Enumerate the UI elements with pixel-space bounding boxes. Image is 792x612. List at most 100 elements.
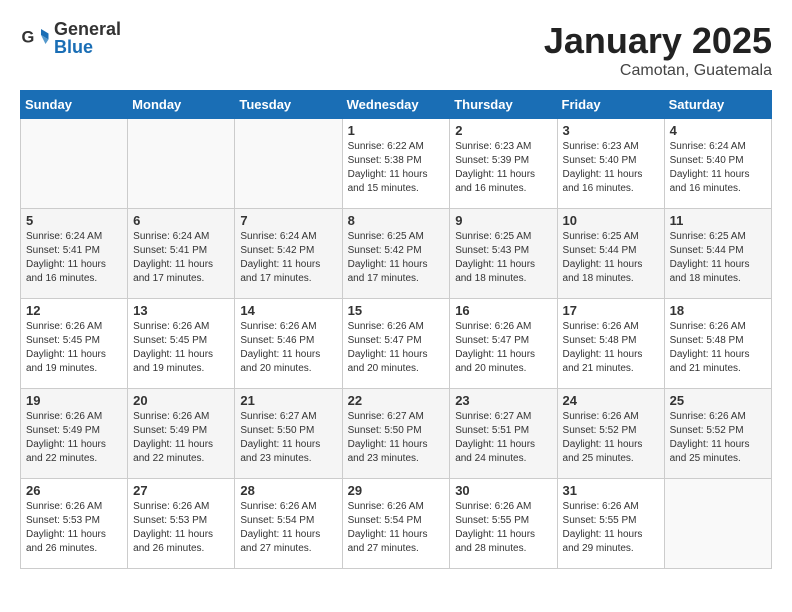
day-number: 29 — [348, 483, 445, 498]
calendar-cell: 13Sunrise: 6:26 AM Sunset: 5:45 PM Dayli… — [128, 299, 235, 389]
day-number: 19 — [26, 393, 122, 408]
calendar-cell: 10 Sunrise: 6:25 AM Sunset: 5:44 PM Dayli… — [557, 209, 664, 299]
calendar-cell: 21 Sunrise: 6:27 AM Sunset: 5:50 PM Dayli… — [235, 389, 342, 479]
day-info: Sunrise: 6:25 AM Sunset: 5:43 PM Dayligh… — [455, 230, 551, 286]
day-info: Sunrise: 6:26 AM Sunset: 5:46 PM Dayligh… — [240, 320, 336, 376]
day-number: 6 — [133, 213, 229, 228]
calendar-cell — [128, 119, 235, 209]
calendar-cell: 2Sunrise: 6:23 AM Sunset: 5:39 PM Daylig… — [450, 119, 557, 209]
logo: G General Blue — [20, 20, 121, 56]
day-number: 30 — [455, 483, 551, 498]
day-number: 24 — [563, 393, 659, 408]
calendar-cell: 22 Sunrise: 6:27 AM Sunset: 5:50 PM Dayli… — [342, 389, 450, 479]
header-cell-monday: Monday — [128, 91, 235, 119]
calendar-cell: 19 Sunrise: 6:26 AM Sunset: 5:49 PM Dayli… — [21, 389, 128, 479]
calendar-cell: 6 Sunrise: 6:24 AM Sunset: 5:41 PM Daylig… — [128, 209, 235, 299]
header-cell-sunday: Sunday — [21, 91, 128, 119]
calendar-cell: 29Sunrise: 6:26 AM Sunset: 5:54 PM Dayli… — [342, 479, 450, 569]
day-info: Sunrise: 6:27 AM Sunset: 5:50 PM Dayligh… — [348, 410, 445, 466]
calendar-cell: 27 Sunrise: 6:26 AM Sunset: 5:53 PM Dayli… — [128, 479, 235, 569]
day-info: Sunrise: 6:23 AM Sunset: 5:39 PM Dayligh… — [455, 140, 551, 196]
day-info: Sunrise: 6:26 AM Sunset: 5:47 PM Dayligh… — [455, 320, 551, 376]
day-info: Sunrise: 6:27 AM Sunset: 5:50 PM Dayligh… — [240, 410, 336, 466]
header-row: SundayMondayTuesdayWednesdayThursdayFrid… — [21, 91, 772, 119]
calendar-cell: 15 Sunrise: 6:26 AM Sunset: 5:47 PM Dayli… — [342, 299, 450, 389]
day-number: 10 — [563, 213, 659, 228]
week-row-4: 19 Sunrise: 6:26 AM Sunset: 5:49 PM Dayli… — [21, 389, 772, 479]
logo-text: General Blue — [54, 20, 121, 56]
calendar-cell: 28Sunrise: 6:26 AM Sunset: 5:54 PM Dayli… — [235, 479, 342, 569]
calendar-cell: 9 Sunrise: 6:25 AM Sunset: 5:43 PM Daylig… — [450, 209, 557, 299]
day-info: Sunrise: 6:26 AM Sunset: 5:49 PM Dayligh… — [133, 410, 229, 466]
day-number: 15 — [348, 303, 445, 318]
day-info: Sunrise: 6:25 AM Sunset: 5:44 PM Dayligh… — [670, 230, 766, 286]
calendar-cell: 26Sunrise: 6:26 AM Sunset: 5:53 PM Dayli… — [21, 479, 128, 569]
calendar-cell: 17Sunrise: 6:26 AM Sunset: 5:48 PM Dayli… — [557, 299, 664, 389]
day-number: 20 — [133, 393, 229, 408]
calendar-cell: 24 Sunrise: 6:26 AM Sunset: 5:52 PM Dayli… — [557, 389, 664, 479]
logo-icon: G — [20, 23, 50, 53]
day-number: 9 — [455, 213, 551, 228]
day-number: 16 — [455, 303, 551, 318]
day-info: Sunrise: 6:26 AM Sunset: 5:49 PM Dayligh… — [26, 410, 122, 466]
calendar-cell — [664, 479, 771, 569]
day-info: Sunrise: 6:26 AM Sunset: 5:55 PM Dayligh… — [563, 500, 659, 556]
day-info: Sunrise: 6:26 AM Sunset: 5:45 PM Dayligh… — [133, 320, 229, 376]
day-info: Sunrise: 6:24 AM Sunset: 5:41 PM Dayligh… — [26, 230, 122, 286]
day-number: 21 — [240, 393, 336, 408]
header-cell-saturday: Saturday — [664, 91, 771, 119]
day-number: 27 — [133, 483, 229, 498]
calendar-cell: 18 Sunrise: 6:26 AM Sunset: 5:48 PM Dayli… — [664, 299, 771, 389]
calendar-cell: 7 Sunrise: 6:24 AM Sunset: 5:42 PM Daylig… — [235, 209, 342, 299]
calendar-cell: 20 Sunrise: 6:26 AM Sunset: 5:49 PM Dayli… — [128, 389, 235, 479]
day-info: Sunrise: 6:24 AM Sunset: 5:40 PM Dayligh… — [670, 140, 766, 196]
day-number: 3 — [563, 123, 659, 138]
day-info: Sunrise: 6:26 AM Sunset: 5:52 PM Dayligh… — [670, 410, 766, 466]
day-number: 7 — [240, 213, 336, 228]
month-title: January 2025 — [544, 20, 772, 62]
calendar-cell: 25Sunrise: 6:26 AM Sunset: 5:52 PM Dayli… — [664, 389, 771, 479]
calendar-cell: 8 Sunrise: 6:25 AM Sunset: 5:42 PM Daylig… — [342, 209, 450, 299]
calendar-cell — [235, 119, 342, 209]
calendar-cell: 31 Sunrise: 6:26 AM Sunset: 5:55 PM Dayli… — [557, 479, 664, 569]
day-info: Sunrise: 6:26 AM Sunset: 5:52 PM Dayligh… — [563, 410, 659, 466]
day-info: Sunrise: 6:25 AM Sunset: 5:42 PM Dayligh… — [348, 230, 445, 286]
day-info: Sunrise: 6:26 AM Sunset: 5:48 PM Dayligh… — [670, 320, 766, 376]
day-info: Sunrise: 6:26 AM Sunset: 5:47 PM Dayligh… — [348, 320, 445, 376]
day-info: Sunrise: 6:24 AM Sunset: 5:42 PM Dayligh… — [240, 230, 336, 286]
header-cell-friday: Friday — [557, 91, 664, 119]
day-number: 17 — [563, 303, 659, 318]
week-row-3: 12 Sunrise: 6:26 AM Sunset: 5:45 PM Dayli… — [21, 299, 772, 389]
day-info: Sunrise: 6:26 AM Sunset: 5:53 PM Dayligh… — [26, 500, 122, 556]
calendar-cell: 1Sunrise: 6:22 AM Sunset: 5:38 PM Daylig… — [342, 119, 450, 209]
day-number: 18 — [670, 303, 766, 318]
day-number: 12 — [26, 303, 122, 318]
day-number: 5 — [26, 213, 122, 228]
header-cell-wednesday: Wednesday — [342, 91, 450, 119]
calendar-cell: 14 Sunrise: 6:26 AM Sunset: 5:46 PM Dayli… — [235, 299, 342, 389]
day-info: Sunrise: 6:23 AM Sunset: 5:40 PM Dayligh… — [563, 140, 659, 196]
day-number: 22 — [348, 393, 445, 408]
day-info: Sunrise: 6:24 AM Sunset: 5:41 PM Dayligh… — [133, 230, 229, 286]
calendar-cell: 30 Sunrise: 6:26 AM Sunset: 5:55 PM Dayli… — [450, 479, 557, 569]
calendar-cell: 3 Sunrise: 6:23 AM Sunset: 5:40 PM Daylig… — [557, 119, 664, 209]
day-number: 11 — [670, 213, 766, 228]
day-number: 23 — [455, 393, 551, 408]
day-info: Sunrise: 6:26 AM Sunset: 5:45 PM Dayligh… — [26, 320, 122, 376]
calendar-cell: 23 Sunrise: 6:27 AM Sunset: 5:51 PM Dayli… — [450, 389, 557, 479]
day-number: 28 — [240, 483, 336, 498]
svg-text:G: G — [22, 29, 35, 47]
day-info: Sunrise: 6:26 AM Sunset: 5:53 PM Dayligh… — [133, 500, 229, 556]
day-number: 14 — [240, 303, 336, 318]
day-number: 8 — [348, 213, 445, 228]
calendar-cell: 4Sunrise: 6:24 AM Sunset: 5:40 PM Daylig… — [664, 119, 771, 209]
week-row-2: 5 Sunrise: 6:24 AM Sunset: 5:41 PM Daylig… — [21, 209, 772, 299]
day-info: Sunrise: 6:25 AM Sunset: 5:44 PM Dayligh… — [563, 230, 659, 286]
day-info: Sunrise: 6:27 AM Sunset: 5:51 PM Dayligh… — [455, 410, 551, 466]
logo-general-text: General — [54, 20, 121, 38]
page-header: G General Blue January 2025 Camotan, Gua… — [20, 20, 772, 80]
day-number: 31 — [563, 483, 659, 498]
day-info: Sunrise: 6:26 AM Sunset: 5:55 PM Dayligh… — [455, 500, 551, 556]
day-number: 1 — [348, 123, 445, 138]
calendar-cell: 16 Sunrise: 6:26 AM Sunset: 5:47 PM Dayli… — [450, 299, 557, 389]
